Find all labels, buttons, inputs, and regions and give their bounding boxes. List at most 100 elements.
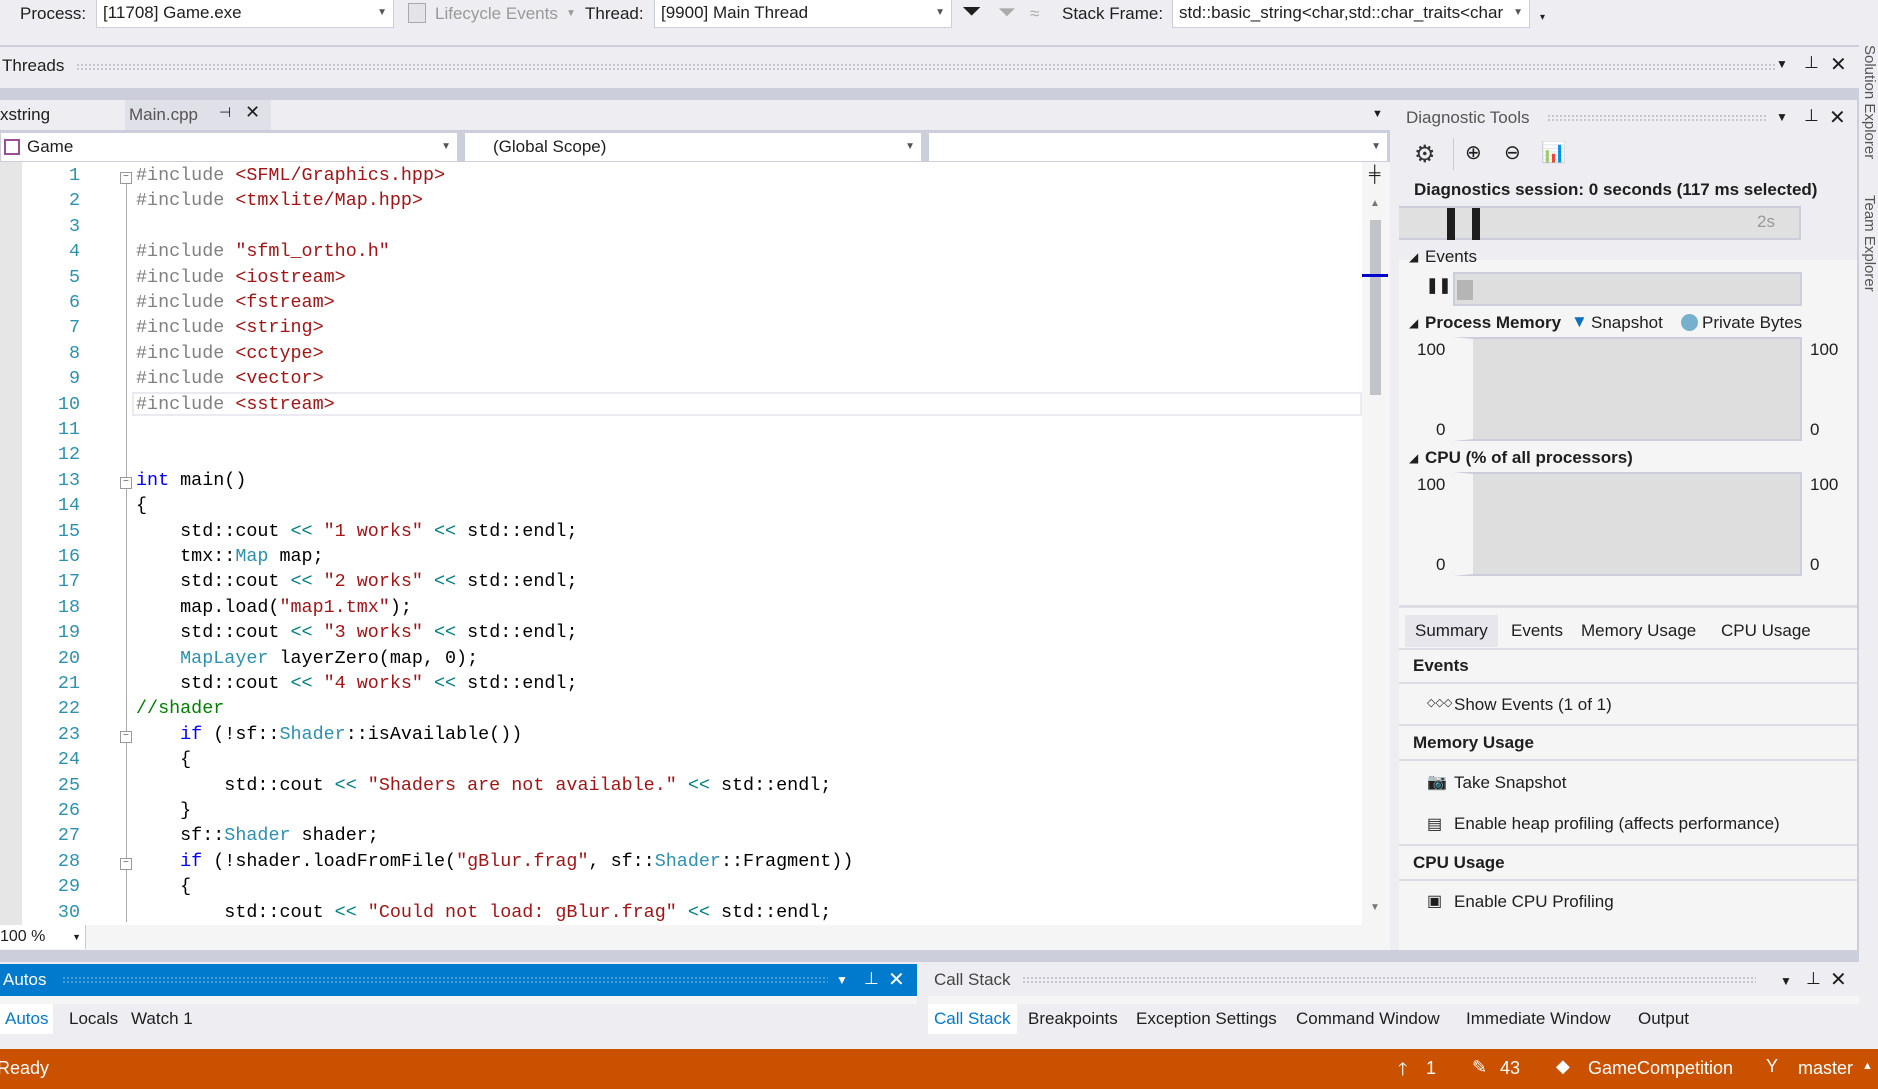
code-line[interactable]: #include <cctype> [136, 343, 324, 364]
publish-up-icon[interactable]: 🡑 [1398, 1057, 1407, 1087]
drag-grip[interactable] [76, 63, 1776, 71]
toolbar-overflow-icon[interactable]: ▾ [1540, 4, 1545, 32]
flag-threads-icon[interactable]: ≈ [1030, 0, 1039, 28]
pending-changes-count[interactable]: 43 [1500, 1058, 1520, 1079]
pause-icon[interactable]: ❚❚ [1426, 276, 1451, 294]
code-line[interactable]: std::cout << "Shaders are not available.… [136, 775, 831, 796]
chevron-down-icon[interactable]: ▼ [836, 973, 848, 987]
tab-overflow-icon[interactable]: ▼ [1372, 108, 1383, 120]
process-memory-chart[interactable] [1453, 337, 1802, 441]
chevron-down-icon[interactable]: ▼ [1776, 110, 1788, 124]
code-line[interactable]: #include <SFML/Graphics.hpp> [136, 165, 445, 186]
close-icon[interactable]: ✕ [1830, 967, 1847, 992]
lifecycle-events-button[interactable]: Lifecycle Events [435, 0, 558, 28]
pin-icon[interactable]: ⊥ [1806, 969, 1821, 989]
scrollbar-thumb[interactable] [1370, 220, 1381, 395]
tab-summary[interactable]: Summary [1405, 615, 1498, 647]
code-line[interactable]: { [136, 495, 147, 516]
filter-clear-icon[interactable]: ⏷ [998, 0, 1016, 26]
take-snapshot-link[interactable]: 📷 Take Snapshot [1399, 766, 1857, 802]
code-line[interactable]: tmx::Map map; [136, 546, 323, 567]
chevron-down-icon[interactable]: ▼ [566, 0, 576, 28]
tab-cpu-usage[interactable]: CPU Usage [1721, 621, 1811, 641]
tab-breakpoints[interactable]: Breakpoints [1028, 1009, 1118, 1029]
tab-output[interactable]: Output [1638, 1009, 1689, 1029]
code-line[interactable]: { [136, 749, 191, 770]
chevron-up-icon[interactable]: ▲ [1862, 1060, 1873, 1072]
tab-events[interactable]: Events [1511, 621, 1563, 641]
branch-name[interactable]: master [1798, 1058, 1853, 1079]
collapse-icon[interactable]: ◢ [1409, 250, 1418, 264]
chevron-down-icon[interactable]: ▼ [1780, 974, 1792, 988]
solution-explorer-tab[interactable]: Solution Explorer [1861, 45, 1878, 159]
pin-icon[interactable]: ⊥ [1804, 53, 1819, 73]
splitter[interactable] [0, 950, 1859, 962]
split-icon[interactable]: ╪ [1369, 166, 1380, 184]
close-icon[interactable]: ✕ [245, 102, 260, 123]
tab-watch-1[interactable]: Watch 1 [131, 1009, 193, 1029]
enable-heap-profiling-link[interactable]: ▤ Enable heap profiling (affects performa… [1399, 808, 1857, 846]
scroll-down-icon[interactable]: ▼ [1370, 902, 1380, 913]
code-line[interactable]: int main() [136, 470, 246, 491]
thread-dropdown[interactable]: [9900] Main Thread ▼ [654, 0, 952, 28]
close-icon[interactable]: ✕ [888, 967, 905, 992]
code-line[interactable]: } [136, 800, 191, 821]
code-line[interactable]: std::cout << "Could not load: gBlur.frag… [136, 902, 831, 923]
scroll-up-icon[interactable]: ▲ [1370, 198, 1380, 209]
selection-end-handle[interactable] [1472, 208, 1480, 240]
code-line[interactable]: #include "sfml_ortho.h" [136, 241, 390, 262]
code-line[interactable]: #include <string> [136, 317, 324, 338]
code-line[interactable]: std::cout << "2 works" << std::endl; [136, 571, 577, 592]
zoom-in-icon[interactable]: ⊕ [1465, 140, 1482, 165]
member-dropdown[interactable]: ▼ [928, 132, 1388, 162]
tab-memory-usage[interactable]: Memory Usage [1581, 621, 1696, 641]
scope-dropdown[interactable]: (Global Scope) ▼ [464, 132, 922, 162]
code-editor[interactable]: 1 #include <SFML/Graphics.hpp> −2 #include … [0, 162, 1362, 925]
selection-start-handle[interactable] [1447, 208, 1455, 240]
pin-icon[interactable]: ⊥ [864, 969, 879, 989]
team-explorer-tab[interactable]: Team Explorer [1861, 195, 1878, 292]
code-line[interactable]: #include <fstream> [136, 292, 335, 313]
editor-vertical-scrollbar[interactable]: ╪ ▲ ▼ [1362, 162, 1390, 925]
collapse-region-icon[interactable]: − [120, 730, 132, 743]
chevron-down-icon[interactable]: ▼ [1776, 57, 1788, 71]
splitter[interactable] [0, 88, 1859, 100]
code-line[interactable]: #include <sstream> [136, 394, 335, 415]
code-line[interactable]: if (!sf::Shader::isAvailable()) [136, 724, 522, 745]
unpushed-count[interactable]: 1 [1426, 1058, 1436, 1079]
collapse-region-icon[interactable]: − [120, 857, 132, 870]
code-line[interactable]: sf::Shader shader; [136, 825, 379, 846]
drag-grip[interactable] [1022, 976, 1756, 984]
code-line[interactable]: #include <vector> [136, 368, 324, 389]
code-line[interactable]: std::cout << "4 works" << std::endl; [136, 673, 577, 694]
code-line[interactable]: #include <tmxlite/Map.hpp> [136, 190, 423, 211]
project-dropdown[interactable]: Game ▼ [0, 132, 458, 162]
collapse-icon[interactable]: ◢ [1409, 316, 1418, 330]
filter-icon[interactable]: ⏷ [962, 0, 981, 26]
reset-view-chart-icon[interactable]: 📊 [1541, 140, 1566, 165]
process-dropdown[interactable]: [11708] Game.exe ▼ [96, 0, 394, 28]
pin-icon[interactable]: ⊣ [219, 104, 231, 121]
tab-exception-settings[interactable]: Exception Settings [1136, 1009, 1277, 1029]
cpu-chart[interactable] [1453, 472, 1802, 576]
timeline-ruler[interactable]: 2s [1399, 206, 1801, 240]
tab-locals[interactable]: Locals [69, 1009, 118, 1029]
tab-xstring[interactable]: xstring [0, 105, 50, 125]
code-line[interactable]: MapLayer layerZero(map, 0); [136, 648, 478, 669]
zoom-out-icon[interactable]: ⊖ [1504, 140, 1521, 165]
stack-frame-dropdown[interactable]: std::basic_string<char,std::char_traits<… [1172, 0, 1530, 28]
code-line[interactable]: #include <iostream> [136, 267, 346, 288]
collapse-icon[interactable]: ◢ [1409, 451, 1418, 465]
branch-icon[interactable]: Y [1766, 1056, 1778, 1077]
code-line[interactable]: { [136, 876, 191, 897]
collapse-region-icon[interactable]: − [120, 172, 132, 184]
collapse-region-icon[interactable]: − [120, 476, 132, 489]
repo-icon[interactable]: ◆ [1556, 1056, 1570, 1077]
show-events-link[interactable]: ◇◇◇ Show Events (1 of 1) [1399, 686, 1857, 726]
zoom-dropdown[interactable]: 100 % ▼ [0, 925, 86, 949]
close-icon[interactable]: ✕ [1829, 105, 1846, 130]
code-line[interactable]: if (!shader.loadFromFile("gBlur.frag", s… [136, 851, 853, 872]
pin-icon[interactable]: ⊥ [1804, 106, 1819, 126]
drag-grip[interactable] [1547, 114, 1767, 122]
code-line[interactable]: std::cout << "3 works" << std::endl; [136, 622, 577, 643]
